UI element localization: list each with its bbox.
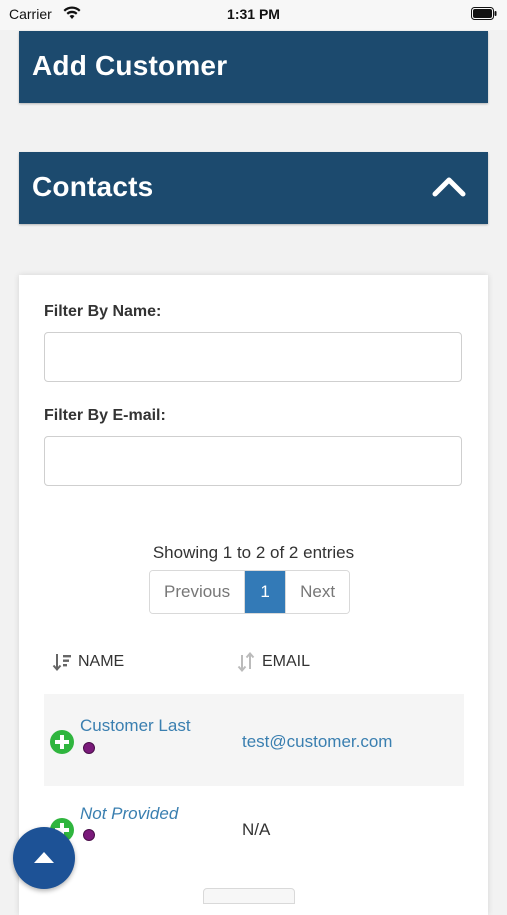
name-column-label: NAME xyxy=(78,653,125,670)
next-page-button[interactable]: Next xyxy=(286,571,350,613)
contact-name-link[interactable]: Not Provided xyxy=(80,804,178,824)
sort-both-icon xyxy=(237,652,255,672)
table-info: Showing 1 to 2 of 2 entries xyxy=(152,543,355,562)
filter-email-input[interactable] xyxy=(44,436,462,486)
add-customer-title: Add Customer xyxy=(32,50,228,81)
contacts-card: Filter By Name: Filter By E-mail: Showin… xyxy=(19,275,488,915)
status-dot-icon xyxy=(83,829,95,841)
status-bar: Carrier 1:31 PM xyxy=(0,0,507,30)
chevron-up-icon[interactable] xyxy=(432,174,466,198)
add-customer-panel-header[interactable]: Add Customer xyxy=(19,31,488,103)
contacts-panel-header[interactable]: Contacts xyxy=(19,152,488,224)
email-column-label: EMAIL xyxy=(262,653,311,670)
previous-page-button[interactable]: Previous xyxy=(150,571,246,613)
pagination: Previous 1 Next xyxy=(149,570,351,614)
expand-row-plus-icon[interactable] xyxy=(49,729,75,755)
page-1-button[interactable]: 1 xyxy=(245,571,287,613)
filter-name-input[interactable] xyxy=(44,332,462,382)
filter-email-label: Filter By E-mail: xyxy=(44,407,166,424)
sort-descending-icon xyxy=(52,654,71,672)
scroll-to-top-button[interactable] xyxy=(13,827,75,889)
contact-name-link[interactable]: Customer Last xyxy=(80,716,191,736)
contact-email-value: N/A xyxy=(242,820,271,839)
filter-name-label: Filter By Name: xyxy=(44,303,162,320)
bottom-control-partial[interactable] xyxy=(203,888,295,904)
table-row: Customer Last test@customer.com xyxy=(44,694,464,786)
name-column-header[interactable]: NAME xyxy=(52,652,124,672)
clock-time: 1:31 PM xyxy=(227,6,280,22)
contact-email-link[interactable]: test@customer.com xyxy=(242,732,392,752)
table-row: Not Provided N/A xyxy=(44,786,464,878)
caret-up-icon xyxy=(34,852,54,863)
email-column-header[interactable]: EMAIL xyxy=(236,652,310,672)
battery-icon xyxy=(471,7,497,20)
status-dot-icon xyxy=(83,742,95,754)
contacts-title: Contacts xyxy=(32,171,154,202)
